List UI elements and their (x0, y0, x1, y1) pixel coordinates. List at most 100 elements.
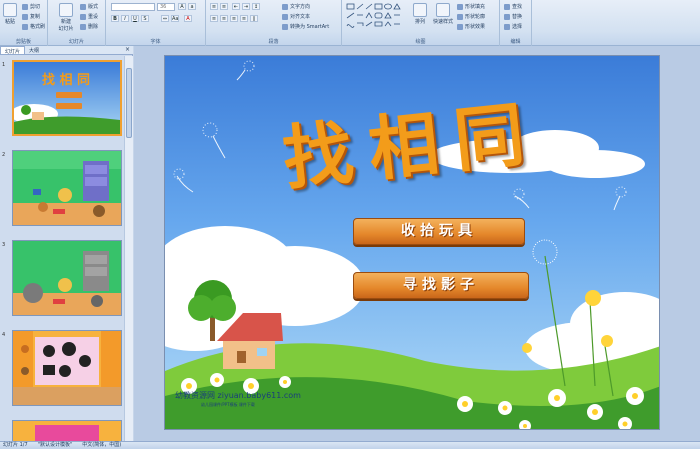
text-direction-icon (282, 3, 288, 10)
font-name-box[interactable] (111, 3, 155, 11)
slide-number: 3 (2, 242, 6, 248)
paragraph-group-label: 段落 (268, 39, 279, 45)
select-icon (504, 23, 510, 30)
slide-thumbnail-3[interactable] (12, 240, 122, 316)
collect-toys-button[interactable]: 收拾玩具 (353, 218, 525, 245)
cut-button[interactable]: 剪切 (22, 3, 40, 10)
text-direction-button[interactable]: 文字方向 (282, 3, 310, 10)
shadow-button[interactable]: S (141, 15, 149, 22)
find-button[interactable]: 查找 (504, 3, 522, 10)
slide-thumbnail-1[interactable]: 找 相 同 (12, 60, 122, 136)
slide-count-status: 幻灯片 1/7 (3, 442, 28, 448)
thumbnail-3-image (13, 241, 121, 315)
spacing-button[interactable]: ⇔ (161, 15, 169, 22)
case-button[interactable]: Aa (171, 15, 179, 22)
bold-button[interactable]: B (111, 15, 119, 22)
copy-button[interactable]: 复制 (22, 13, 40, 20)
layout-icon (80, 3, 86, 10)
editing-group-label: 编辑 (510, 39, 521, 45)
font-group: 36 A a B I U S ⇔ Aa A 字体 (106, 0, 206, 46)
thumbnail-5-image (13, 421, 121, 441)
numbering-button[interactable]: ≡ (220, 3, 228, 10)
select-button[interactable]: 选择 (504, 23, 522, 30)
font-group-label: 字体 (150, 39, 161, 45)
slide-thumbnail-2[interactable] (12, 150, 122, 226)
paste-button[interactable]: 粘贴 (3, 3, 17, 25)
editing-group: 查找 替换 选择 编辑 (500, 0, 532, 46)
smartart-button[interactable]: 转换为 SmartArt (282, 23, 329, 30)
paragraph-group: ≡ ≡ ⇤ ⇥ ↕ ≡ ≡ ≡ ≡ ∥ 文字方向 对齐文本 转换为 SmartA… (206, 0, 342, 46)
thumbnail-2-image (13, 151, 121, 225)
italic-button[interactable]: I (121, 15, 129, 22)
quick-styles-icon (436, 3, 450, 17)
shrink-font-button[interactable]: a (188, 3, 196, 10)
arrange-button[interactable]: 排列 (410, 3, 430, 25)
align-text-icon (282, 13, 288, 20)
scrollbar-thumb[interactable] (126, 68, 132, 138)
ribbon: 粘贴 剪切 复制 格式刷 剪贴板 新建 幻灯片 版式 重设 删除 幻灯片 36 … (0, 0, 700, 46)
slide-number: 4 (2, 332, 6, 338)
find-icon (504, 3, 510, 10)
fill-icon (457, 3, 463, 10)
slide-thumbnail-4[interactable] (12, 330, 122, 406)
reset-icon (80, 13, 86, 20)
align-text-button[interactable]: 对齐文本 (282, 13, 310, 20)
tab-slides[interactable]: 幻灯片 (0, 46, 26, 55)
language-status[interactable]: 中文(简体，中国) (82, 442, 121, 449)
tab-outline[interactable]: 大纲 (25, 46, 43, 54)
slides-group-label: 幻灯片 (68, 39, 84, 45)
quick-styles-button[interactable]: 快速样式 (432, 3, 454, 25)
align-center-button[interactable]: ≡ (220, 15, 228, 22)
clipboard-group: 粘贴 剪切 复制 格式刷 剪贴板 (0, 0, 48, 46)
find-shadow-button[interactable]: 寻找影子 (353, 272, 529, 299)
clipboard-group-label: 剪贴板 (15, 39, 31, 45)
status-bar: 幻灯片 1/7 "默认设计模板" 中文(简体，中国) (0, 441, 700, 449)
line-spacing-button[interactable]: ↕ (252, 3, 260, 10)
font-size-box[interactable]: 36 (157, 3, 175, 11)
thumbnail-1-image: 找 相 同 (14, 62, 120, 134)
reset-button[interactable]: 重设 (80, 13, 98, 20)
theme-status: "默认设计模板" (37, 442, 73, 448)
shape-effects-button[interactable]: 形状效果 (457, 23, 485, 30)
new-slide-icon (59, 3, 73, 17)
delete-slide-button[interactable]: 删除 (80, 23, 98, 30)
align-right-button[interactable]: ≡ (230, 15, 238, 22)
shape-fill-button[interactable]: 形状填充 (457, 3, 485, 10)
effects-icon (457, 23, 463, 30)
arrange-icon (413, 3, 427, 17)
paste-icon (3, 3, 17, 17)
panel-scrollbar[interactable] (124, 56, 133, 441)
replace-icon (504, 13, 510, 20)
format-painter-button[interactable]: 格式刷 (22, 23, 45, 30)
shape-outline-button[interactable]: 形状轮廓 (457, 13, 485, 20)
justify-button[interactable]: ≡ (240, 15, 248, 22)
panel-tabs: 幻灯片 大纲 × (0, 46, 133, 55)
align-left-button[interactable]: ≡ (210, 15, 218, 22)
decrease-indent-button[interactable]: ⇤ (232, 3, 240, 10)
slide-canvas[interactable]: 找相同 收拾玩具 寻找影子 幼教资源网 ziyuan.baby611.com 幼… (164, 55, 660, 430)
drawing-group: 排列 快速样式 形状填充 形状轮廓 形状效果 绘图 (342, 0, 500, 46)
increase-indent-button[interactable]: ⇥ (242, 3, 250, 10)
close-panel-icon[interactable]: × (122, 46, 133, 54)
slide-editor: 找相同 收拾玩具 寻找影子 幼教资源网 ziyuan.baby611.com 幼… (134, 46, 700, 441)
thumbnail-4-image (13, 331, 121, 405)
slide-number: 1 (2, 62, 6, 68)
new-slide-button[interactable]: 新建 幻灯片 (56, 3, 76, 32)
columns-button[interactable]: ∥ (250, 15, 258, 22)
grow-font-button[interactable]: A (178, 3, 186, 10)
slides-group: 新建 幻灯片 版式 重设 删除 幻灯片 (48, 0, 106, 46)
watermark-text: 幼教资源网 ziyuan.baby611.com (175, 391, 301, 400)
slide-thumbnail-5[interactable] (12, 420, 122, 441)
slide-number: 2 (2, 152, 6, 158)
slides-panel: 幻灯片 大纲 × 1 找 相 同 2 3 4 (0, 46, 133, 441)
underline-button[interactable]: U (131, 15, 139, 22)
svg-text:找 相 同: 找 相 同 (42, 72, 90, 88)
bullets-button[interactable]: ≡ (210, 3, 218, 10)
shapes-gallery[interactable] (346, 3, 404, 29)
layout-button[interactable]: 版式 (80, 3, 98, 10)
replace-button[interactable]: 替换 (504, 13, 522, 20)
font-color-button[interactable]: A (184, 15, 192, 22)
outline-icon (457, 13, 463, 20)
copy-icon (22, 13, 28, 20)
delete-icon (80, 23, 86, 30)
